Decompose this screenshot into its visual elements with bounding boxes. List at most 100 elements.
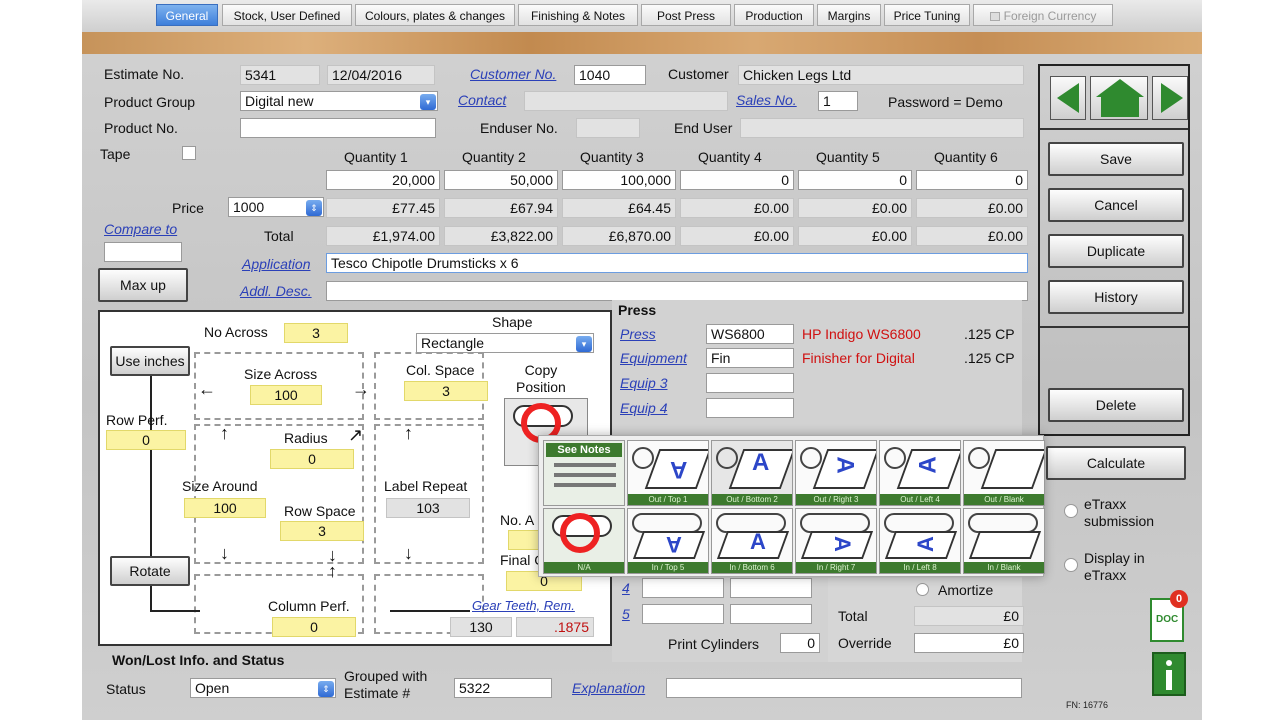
sales-no-link[interactable]: Sales No. — [736, 92, 797, 108]
quantity-5-input[interactable]: 0 — [798, 170, 912, 190]
press-field[interactable]: WS6800 — [706, 324, 794, 344]
no-across-field[interactable]: 3 — [284, 323, 348, 343]
option-caption: N/A — [544, 562, 624, 573]
status-select[interactable]: Open ⇕ — [190, 678, 336, 698]
shape-select[interactable]: Rectangle ▾ — [416, 333, 594, 353]
tape-checkbox[interactable] — [182, 146, 196, 160]
contact-field[interactable] — [524, 91, 728, 111]
tab-margins[interactable]: Margins — [817, 4, 881, 26]
row-4-field-a[interactable] — [642, 578, 724, 598]
row-5-link[interactable]: 5 — [622, 606, 630, 622]
contact-link[interactable]: Contact — [458, 92, 506, 108]
size-across-field[interactable]: 100 — [250, 385, 322, 405]
arrow-down-icon: ↓ — [220, 543, 229, 563]
print-cylinders-field[interactable]: 0 — [780, 633, 820, 653]
calculate-button[interactable]: Calculate — [1046, 446, 1186, 480]
equip-4-link[interactable]: Equip 4 — [620, 400, 667, 416]
press-description: HP Indigo WS6800 — [802, 326, 921, 342]
quantity-2-input[interactable]: 50,000 — [444, 170, 558, 190]
customer-name-field[interactable]: Chicken Legs Ltd — [738, 65, 1024, 85]
product-no-field[interactable] — [240, 118, 436, 138]
option-na[interactable]: N/A — [543, 508, 625, 574]
tab-foreign-currency[interactable]: Foreign Currency — [973, 4, 1113, 26]
display-etraxx-checkbox[interactable] — [1064, 558, 1078, 572]
price-per-select[interactable]: 1000 ⇕ — [228, 197, 324, 217]
tab-post-press[interactable]: Post Press — [641, 4, 731, 26]
column-perf-field[interactable]: 0 — [272, 617, 356, 637]
chevron-down-icon: ▾ — [576, 336, 592, 352]
equip-3-field[interactable] — [706, 373, 794, 393]
override-field[interactable]: £0 — [914, 633, 1024, 653]
quantity-3-input[interactable]: 100,000 — [562, 170, 676, 190]
info-button[interactable] — [1152, 652, 1186, 696]
option-out-bottom-2[interactable]: A Out / Bottom 2 — [711, 440, 793, 506]
press-link[interactable]: Press — [620, 326, 656, 342]
sales-no-field[interactable]: 1 — [818, 91, 858, 111]
roll-icon — [716, 447, 738, 469]
tab-price-tuning[interactable]: Price Tuning — [884, 4, 970, 26]
cancel-button[interactable]: Cancel — [1048, 188, 1184, 222]
quantity-6-input[interactable]: 0 — [916, 170, 1028, 190]
row-5-field-a[interactable] — [642, 604, 724, 624]
use-inches-button[interactable]: Use inches — [110, 346, 190, 376]
gear-teeth-link[interactable]: Gear Teeth, Rem. — [472, 598, 575, 613]
max-up-button[interactable]: Max up — [98, 268, 188, 302]
history-button[interactable]: History — [1048, 280, 1184, 314]
option-in-left-8[interactable]: A In / Left 8 — [879, 508, 961, 574]
delete-button[interactable]: Delete — [1048, 388, 1184, 422]
row-perf-field[interactable]: 0 — [106, 430, 186, 450]
grouped-estimate-field[interactable]: 5322 — [454, 678, 552, 698]
option-out-right-3[interactable]: A Out / Right 3 — [795, 440, 877, 506]
row-4-link[interactable]: 4 — [622, 580, 630, 596]
row-5-field-b[interactable] — [730, 604, 812, 624]
next-record-button[interactable] — [1152, 76, 1188, 120]
option-caption: In / Right 7 — [796, 562, 876, 573]
home-button[interactable] — [1090, 76, 1148, 120]
product-group-select[interactable]: Digital new ▾ — [240, 91, 438, 111]
see-notes-option[interactable]: See Notes — [543, 440, 625, 506]
option-in-top-5[interactable]: A In / Top 5 — [627, 508, 709, 574]
compare-to-link[interactable]: Compare to — [104, 221, 177, 237]
option-out-blank[interactable]: Out / Blank — [963, 440, 1045, 506]
addl-desc-field[interactable] — [326, 281, 1028, 301]
row-space-field[interactable]: 3 — [280, 521, 364, 541]
amortize-checkbox[interactable] — [916, 583, 929, 596]
duplicate-button[interactable]: Duplicate — [1048, 234, 1184, 268]
option-out-left-4[interactable]: A Out / Left 4 — [879, 440, 961, 506]
tab-production[interactable]: Production — [734, 4, 814, 26]
enduser-no-field[interactable] — [576, 118, 640, 138]
compare-to-field[interactable] — [104, 242, 182, 262]
application-link[interactable]: Application — [242, 256, 311, 272]
addl-desc-link[interactable]: Addl. Desc. — [240, 283, 312, 299]
equip-4-field[interactable] — [706, 398, 794, 418]
date-field[interactable]: 12/04/2016 — [327, 65, 435, 85]
customer-no-link[interactable]: Customer No. — [470, 66, 556, 82]
row-4-field-b[interactable] — [730, 578, 812, 598]
tab-colours-plates[interactable]: Colours, plates & changes — [355, 4, 515, 26]
previous-record-button[interactable] — [1050, 76, 1086, 120]
option-in-blank[interactable]: In / Blank — [963, 508, 1045, 574]
equipment-link[interactable]: Equipment — [620, 350, 687, 366]
quantity-4-input[interactable]: 0 — [680, 170, 794, 190]
application-field[interactable]: Tesco Chipotle Drumsticks x 6 — [326, 253, 1028, 273]
option-in-bottom-6[interactable]: A In / Bottom 6 — [711, 508, 793, 574]
end-user-field[interactable] — [740, 118, 1024, 138]
quantity-1-input[interactable]: 20,000 — [326, 170, 440, 190]
tab-general[interactable]: General — [156, 4, 218, 26]
explanation-link[interactable]: Explanation — [572, 680, 645, 696]
customer-no-field[interactable]: 1040 — [574, 65, 646, 85]
explanation-field[interactable] — [666, 678, 1022, 698]
rotate-button[interactable]: Rotate — [110, 556, 190, 586]
col-space-field[interactable]: 3 — [404, 381, 488, 401]
equipment-field[interactable]: Fin — [706, 348, 794, 368]
save-button[interactable]: Save — [1048, 142, 1184, 176]
radius-field[interactable]: 0 — [270, 449, 354, 469]
option-in-right-7[interactable]: A In / Right 7 — [795, 508, 877, 574]
option-out-top-1[interactable]: A Out / Top 1 — [627, 440, 709, 506]
estimate-no-field[interactable]: 5341 — [240, 65, 320, 85]
equip-3-link[interactable]: Equip 3 — [620, 375, 667, 391]
size-around-field[interactable]: 100 — [184, 498, 266, 518]
tab-finishing-notes[interactable]: Finishing & Notes — [518, 4, 638, 26]
tab-stock-user-defined[interactable]: Stock, User Defined — [222, 4, 352, 26]
etraxx-submission-checkbox[interactable] — [1064, 504, 1078, 518]
